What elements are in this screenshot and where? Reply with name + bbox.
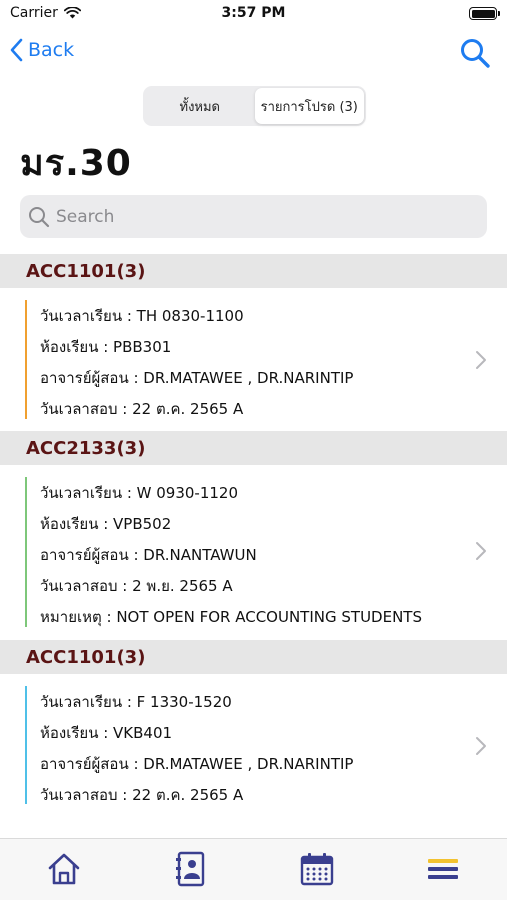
back-button[interactable]: Back [10,38,74,62]
class-time: วันเวลาเรียน : F 1330-1520 [40,693,232,711]
chevron-right-icon [476,351,486,369]
navigation-bar: Back [0,30,507,78]
instructor: อาจารย์ผู้สอน : DR.MATAWEE , DR.NARINTIP [40,755,354,773]
room: ห้องเรียน : PBB301 [40,338,172,356]
course-row[interactable]: วันเวลาเรียน : F 1330-1520 ห้องเรียน : V… [0,674,507,816]
calendar-icon[interactable] [299,851,335,887]
menu-icon[interactable] [425,851,461,887]
exam-time: วันเวลาสอบ : 2 พ.ย. 2565 A [40,577,233,595]
accent-bar [25,686,27,804]
segment-all[interactable]: ทั้งหมด [145,88,255,124]
exam-time: วันเวลาสอบ : 22 ต.ค. 2565 A [40,786,244,804]
segmented-control: ทั้งหมด รายการโปรด (3) [143,86,366,126]
search-input[interactable] [56,206,456,227]
instructor: อาจารย์ผู้สอน : DR.NANTAWUN [40,546,257,564]
status-time: 3:57 PM [221,5,286,21]
home-icon[interactable] [46,851,82,887]
accent-bar [25,300,27,419]
segment-favorites[interactable]: รายการโปรด (3) [254,88,364,124]
course-row[interactable]: วันเวลาเรียน : TH 0830-1100 ห้องเรียน : … [0,288,507,430]
page-title: มร.30 [20,143,132,184]
chevron-right-icon [476,542,486,560]
search-icon[interactable] [459,37,491,69]
room: ห้องเรียน : VPB502 [40,515,172,533]
tab-bar [0,838,507,900]
room: ห้องเรียน : VKB401 [40,724,173,742]
course-section-header: ACC2133(3) [0,431,507,465]
chevron-right-icon [476,737,486,755]
search-bar [20,195,487,238]
exam-time: วันเวลาสอบ : 22 ต.ค. 2565 A [40,400,244,418]
back-label: Back [28,39,75,61]
accent-bar [25,477,27,627]
chevron-left-icon [10,38,23,62]
status-bar: Carrier 3:57 PM [0,0,507,28]
class-time: วันเวลาเรียน : TH 0830-1100 [40,307,244,325]
remark: หมายเหตุ : NOT OPEN FOR ACCOUNTING STUDE… [40,608,422,626]
battery-icon [469,7,500,20]
class-time: วันเวลาเรียน : W 0930-1120 [40,484,239,502]
course-section-header: ACC1101(3) [0,640,507,674]
contacts-book-icon[interactable] [172,851,208,887]
instructor: อาจารย์ผู้สอน : DR.MATAWEE , DR.NARINTIP [40,369,354,387]
search-icon [29,206,50,227]
course-section-header: ACC1101(3) [0,254,507,288]
course-row[interactable]: วันเวลาเรียน : W 0930-1120 ห้องเรียน : V… [0,465,507,639]
